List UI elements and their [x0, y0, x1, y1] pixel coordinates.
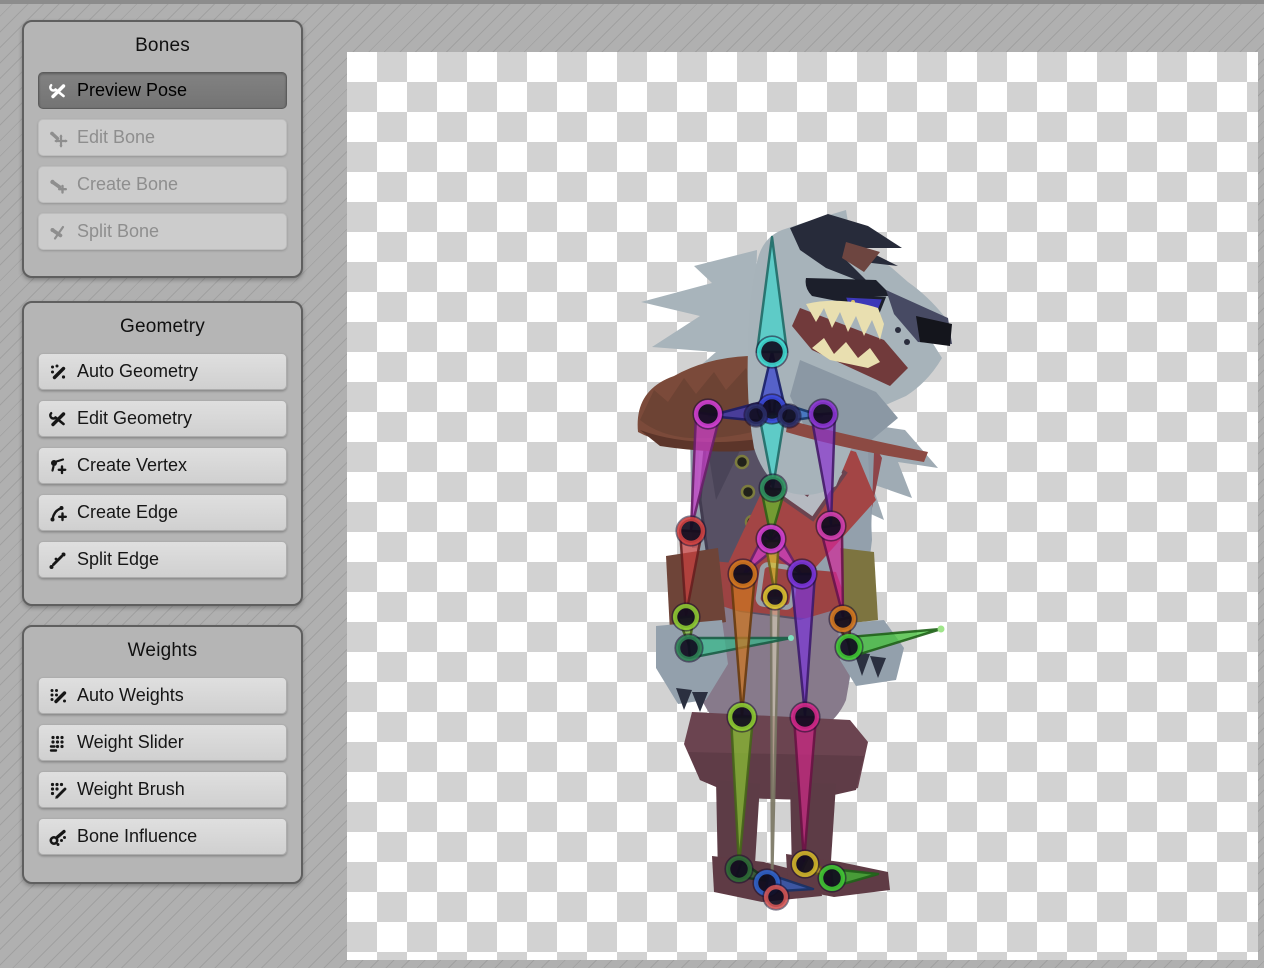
tool-button-label: Split Bone	[77, 221, 159, 242]
tool-button-auto-weights[interactable]: Auto Weights	[38, 677, 287, 714]
panel-weights: Weights Auto Weights Weight Slider Weight B…	[22, 625, 303, 884]
auto-geometry-icon	[48, 362, 68, 382]
panel-title-weights: Weights	[24, 640, 301, 662]
create-edge-icon	[48, 503, 68, 523]
tool-button-label: Auto Weights	[77, 685, 184, 706]
auto-weights-icon	[48, 686, 68, 706]
tool-button-label: Create Vertex	[77, 455, 187, 476]
split-bone-icon	[48, 222, 68, 242]
tool-button-label: Create Bone	[77, 174, 178, 195]
skinning-editor-window: Bones Preview Pose Edit Bone Create Bone Spl…	[0, 0, 1264, 968]
tool-button-create-edge[interactable]: Create Edge	[38, 494, 287, 531]
tool-button-label: Edit Bone	[77, 127, 155, 148]
tool-button-split-bone: Split Bone	[38, 213, 287, 250]
window-top-edge	[0, 0, 1264, 4]
weight-slider-icon	[48, 733, 68, 753]
create-bone-icon	[48, 175, 68, 195]
tool-button-weight-slider[interactable]: Weight Slider	[38, 724, 287, 761]
panel-title-bones: Bones	[24, 35, 301, 57]
tool-button-preview-pose[interactable]: Preview Pose	[38, 72, 287, 109]
tool-button-create-bone: Create Bone	[38, 166, 287, 203]
tool-button-label: Preview Pose	[77, 80, 187, 101]
create-vertex-icon	[48, 456, 68, 476]
tool-button-label: Split Edge	[77, 549, 159, 570]
tool-button-split-edge[interactable]: Split Edge	[38, 541, 287, 578]
edit-bone-icon	[48, 128, 68, 148]
tool-button-label: Auto Geometry	[77, 361, 198, 382]
sprite-canvas[interactable]	[347, 52, 1258, 960]
tool-button-weight-brush[interactable]: Weight Brush	[38, 771, 287, 808]
tool-button-label: Create Edge	[77, 502, 178, 523]
weight-brush-icon	[48, 780, 68, 800]
tool-button-label: Weight Slider	[77, 732, 184, 753]
panel-bones: Bones Preview Pose Edit Bone Create Bone Spl…	[22, 20, 303, 278]
bone-influence-icon	[48, 827, 68, 847]
split-edge-icon	[48, 550, 68, 570]
tool-button-create-vertex[interactable]: Create Vertex	[38, 447, 287, 484]
tool-button-label: Edit Geometry	[77, 408, 192, 429]
tool-button-label: Bone Influence	[77, 826, 197, 847]
tool-button-edit-bone: Edit Bone	[38, 119, 287, 156]
tool-button-label: Weight Brush	[77, 779, 185, 800]
edit-geometry-icon	[48, 409, 68, 429]
preview-pose-icon	[48, 81, 68, 101]
tool-button-bone-influence[interactable]: Bone Influence	[38, 818, 287, 855]
panel-geometry: Geometry Auto Geometry Edit Geometry Create…	[22, 301, 303, 606]
panel-title-geometry: Geometry	[24, 316, 301, 338]
tool-button-edit-geometry[interactable]: Edit Geometry	[38, 400, 287, 437]
tool-button-auto-geometry[interactable]: Auto Geometry	[38, 353, 287, 390]
